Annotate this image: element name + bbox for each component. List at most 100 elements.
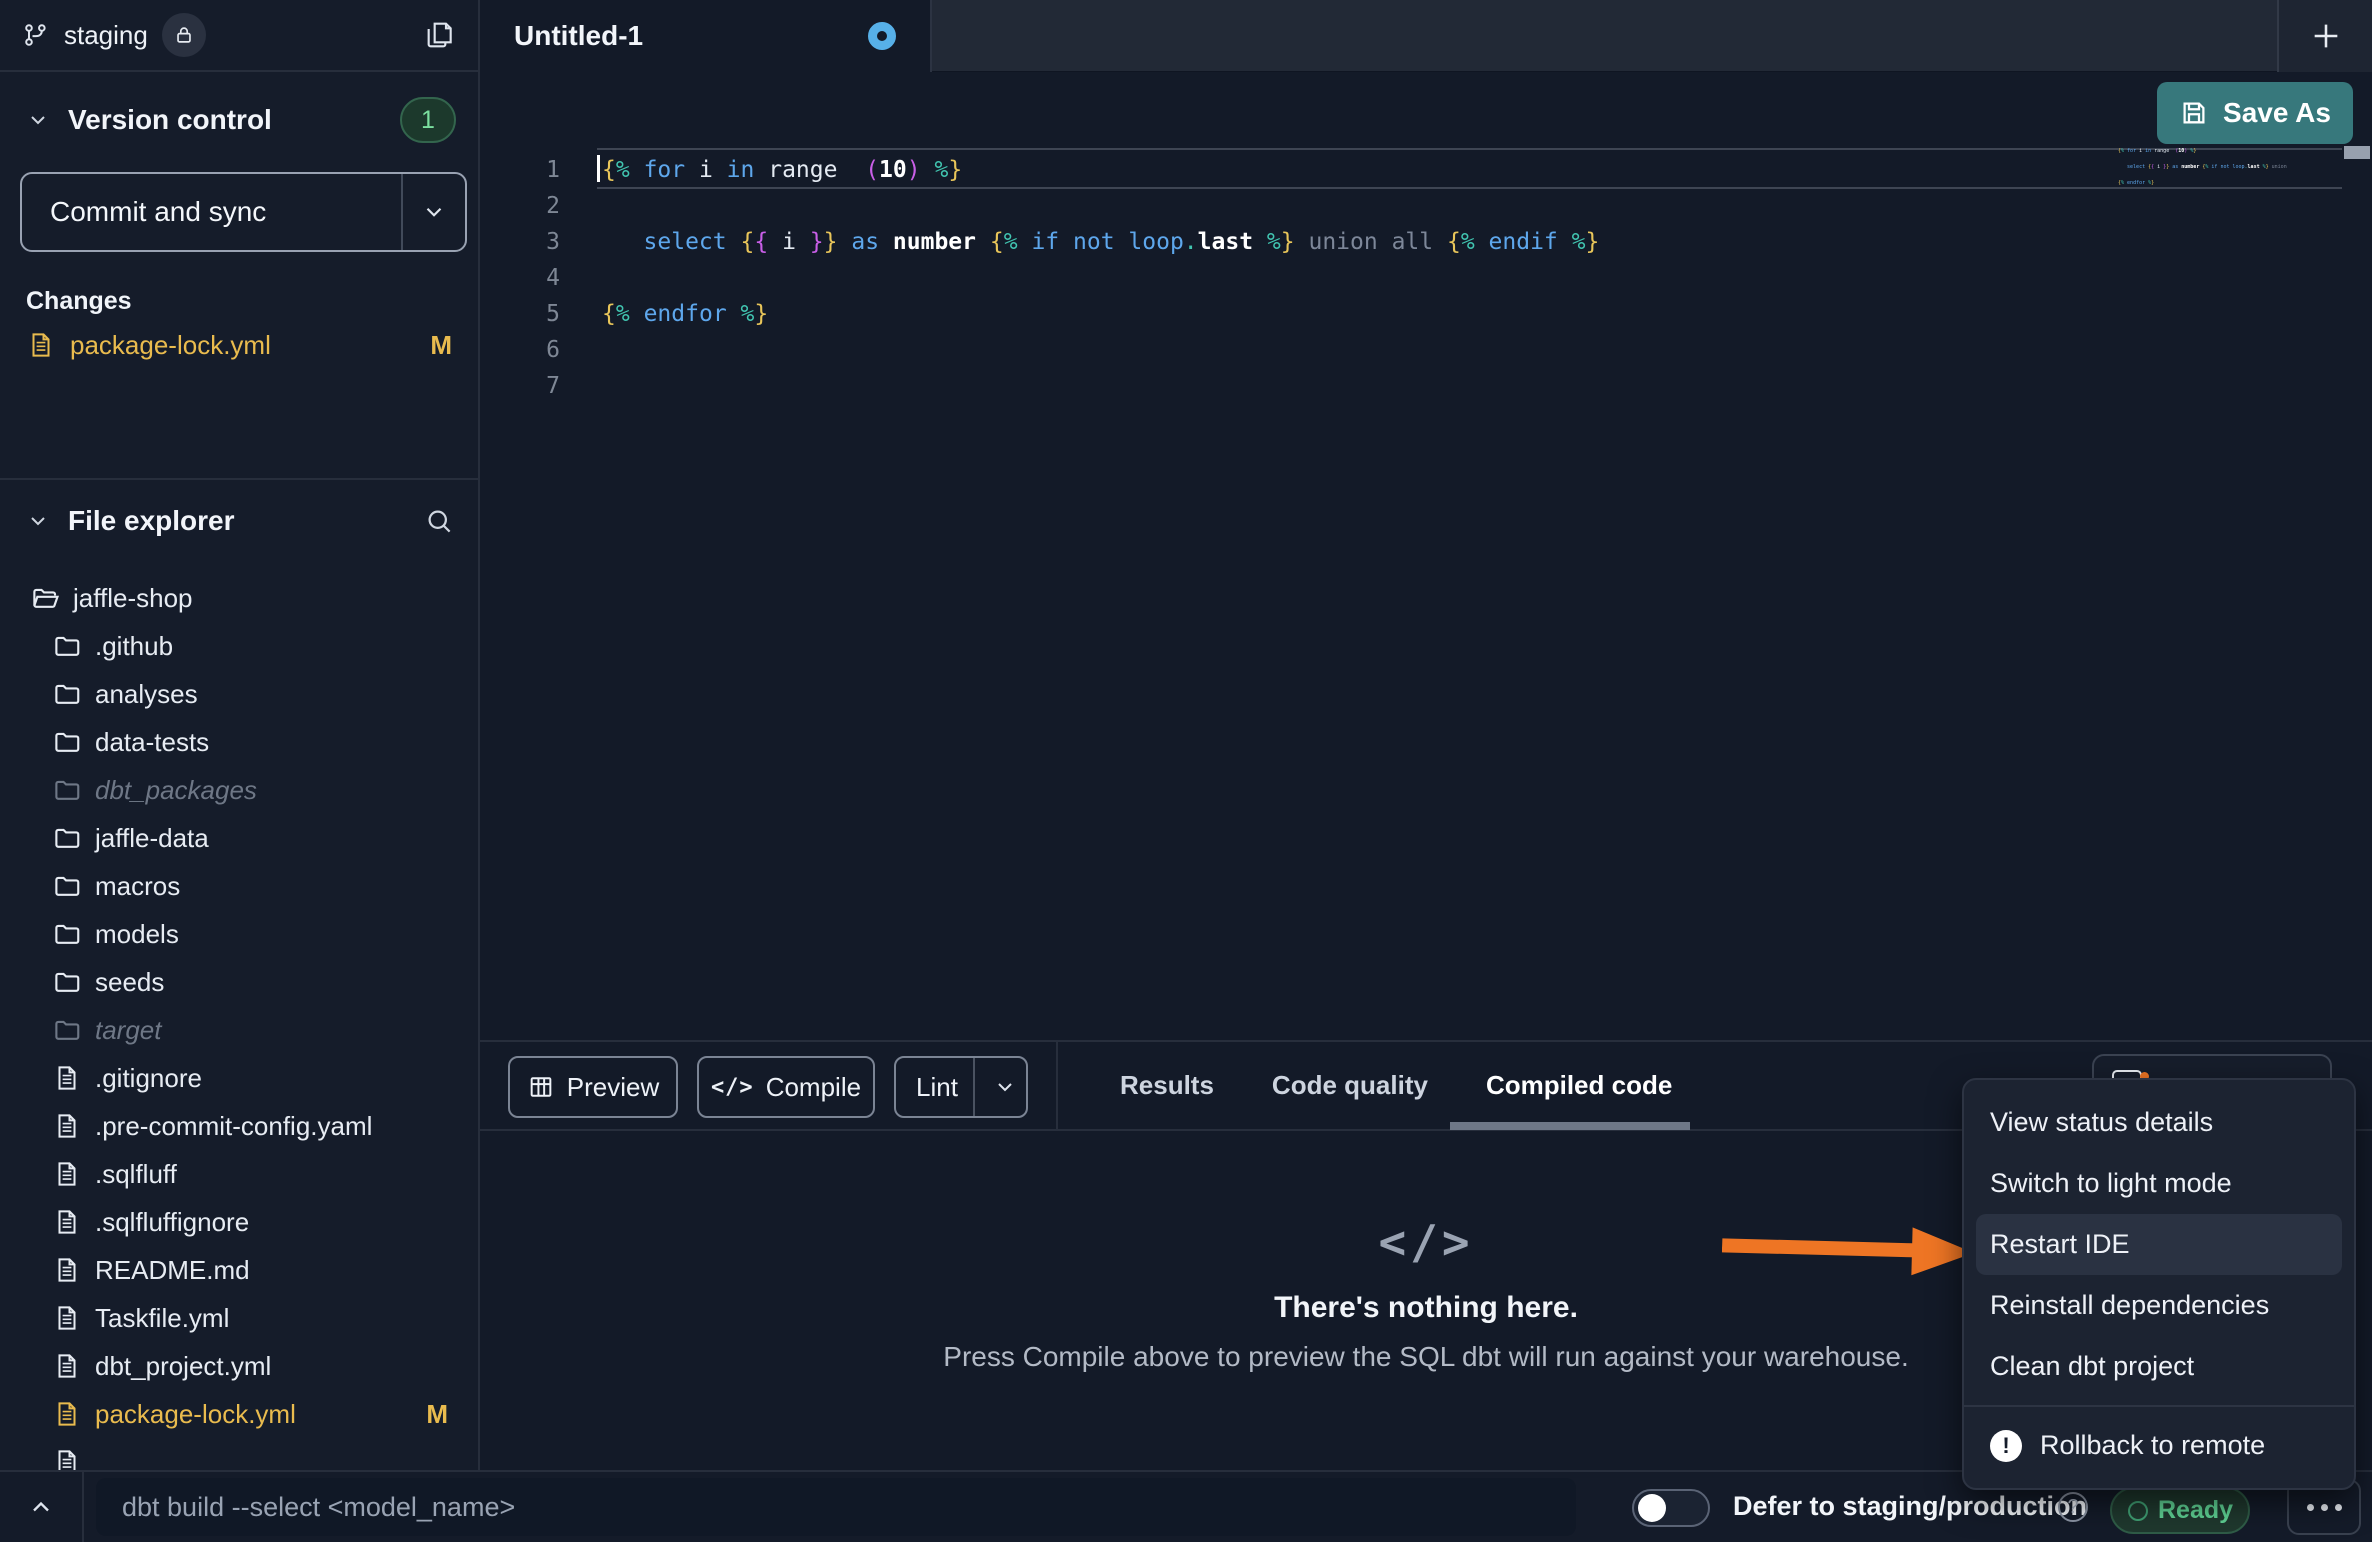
code-line: select {{ i }} as number {% if not loop.… xyxy=(602,224,1599,260)
git-branch-icon xyxy=(22,21,50,49)
file-icon xyxy=(52,1255,82,1285)
panel-tab-results[interactable]: Results xyxy=(1120,1070,1214,1101)
line-number: 2 xyxy=(480,188,560,224)
empty-state-title: There's nothing here. xyxy=(1274,1291,1578,1325)
menu-item-label: View status details xyxy=(1990,1107,2213,1138)
plus-icon xyxy=(2309,19,2343,53)
section-divider xyxy=(0,478,478,480)
save-as-button[interactable]: Save As xyxy=(2157,82,2353,144)
code-line xyxy=(2118,171,2288,179)
changed-file-name: package-lock.yml xyxy=(70,330,271,361)
file-explorer-item-seeds[interactable]: seeds xyxy=(0,958,478,1006)
preview-label: Preview xyxy=(567,1072,659,1103)
folder-icon xyxy=(52,727,82,757)
file-explorer-item-target[interactable]: target xyxy=(0,1006,478,1054)
minimap[interactable]: {% for i in range (10) %} select {{ i }}… xyxy=(2118,147,2288,217)
file-explorer-item-.sqlfluff[interactable]: .sqlfluff xyxy=(0,1150,478,1198)
code-line xyxy=(602,332,1599,368)
folder-icon xyxy=(52,1015,82,1045)
commit-options-button[interactable] xyxy=(403,199,465,225)
file-explorer-item-partial[interactable] xyxy=(0,1438,478,1470)
code-line xyxy=(602,188,1599,224)
commit-and-sync-button[interactable]: Commit and sync xyxy=(20,172,467,252)
code-editor[interactable]: 1234567 {% for i in range (10) %} select… xyxy=(480,72,2372,1040)
folder-icon xyxy=(52,967,82,997)
menu-divider xyxy=(1964,1405,2354,1407)
item-label: .sqlfluff xyxy=(95,1159,177,1190)
lint-button[interactable]: Lint xyxy=(894,1056,1028,1118)
panel-tab-compiled-code[interactable]: Compiled code xyxy=(1486,1070,1672,1101)
dbt-command-input[interactable]: dbt build --select <model_name> xyxy=(96,1478,1576,1536)
code-icon: </> xyxy=(711,1075,754,1100)
preview-button[interactable]: Preview xyxy=(508,1056,678,1118)
menu-item-reinstall-dependencies[interactable]: Reinstall dependencies xyxy=(1964,1275,2354,1336)
editor-scrollbar-thumb[interactable] xyxy=(2344,146,2370,159)
chevron-down-icon xyxy=(26,108,50,132)
lint-options-button[interactable] xyxy=(982,1058,1028,1116)
search-icon xyxy=(424,506,454,536)
menu-item-view-status-details[interactable]: View status details xyxy=(1964,1092,2354,1153)
menu-item-rollback-to-remote[interactable]: !Rollback to remote xyxy=(1964,1415,2354,1476)
folder-icon xyxy=(52,631,82,661)
code-line xyxy=(602,260,1599,296)
item-label: dbt_packages xyxy=(95,775,257,806)
file-explorer-item-jaffle-data[interactable]: jaffle-data xyxy=(0,814,478,862)
file-explorer-item-.pre-commit-config.yaml[interactable]: .pre-commit-config.yaml xyxy=(0,1102,478,1150)
menu-item-clean-dbt-project[interactable]: Clean dbt project xyxy=(1964,1336,2354,1397)
file-explorer-item-jaffle-shop[interactable]: jaffle-shop xyxy=(0,574,478,622)
menu-item-switch-to-light-mode[interactable]: Switch to light mode xyxy=(1964,1153,2354,1214)
file-tree: jaffle-shop.githubanalysesdata-tests dbt_… xyxy=(0,574,478,1470)
toggle-knob xyxy=(1638,1494,1666,1522)
file-explorer-item-.gitignore[interactable]: .gitignore xyxy=(0,1054,478,1102)
new-tab-button[interactable] xyxy=(2277,0,2372,72)
compile-button[interactable]: </> Compile xyxy=(697,1056,875,1118)
collapse-panel-button[interactable] xyxy=(0,1472,84,1542)
code-content[interactable]: {% for i in range (10) %} select {{ i }}… xyxy=(602,152,1599,404)
line-number: 4 xyxy=(480,260,560,296)
annotation-arrow xyxy=(1721,1218,2002,1281)
changes-heading: Changes xyxy=(26,287,132,316)
file-explorer-item-analyses[interactable]: analyses xyxy=(0,670,478,718)
file-icon xyxy=(52,1447,82,1470)
status-ring-icon xyxy=(2128,1501,2148,1521)
tab-title: Untitled-1 xyxy=(514,20,643,52)
lock-icon xyxy=(173,24,195,46)
version-control-header[interactable]: Version control 1 xyxy=(26,96,456,144)
help-icon[interactable]: ? xyxy=(2058,1492,2088,1522)
file-explorer-item-macros[interactable]: macros xyxy=(0,862,478,910)
file-icon xyxy=(52,1159,82,1189)
code-line: {% for i in range (10) %} xyxy=(2118,147,2288,155)
file-explorer-item-dbt_project.yml[interactable]: dbt_project.yml xyxy=(0,1342,478,1390)
defer-toggle[interactable] xyxy=(1632,1489,1710,1527)
version-control-title: Version control xyxy=(68,104,272,136)
changed-file-row[interactable]: package-lock.yml M xyxy=(26,322,452,368)
file-explorer-item-dbt_packages[interactable]: dbt_packages xyxy=(0,766,478,814)
file-explorer-item-package-lock.yml[interactable]: package-lock.ymlM xyxy=(0,1390,478,1438)
code-line xyxy=(2118,187,2288,195)
file-explorer-item-.sqlfluffignore[interactable]: .sqlfluffignore xyxy=(0,1198,478,1246)
menu-item-restart-ide[interactable]: Restart IDE xyxy=(1976,1214,2342,1275)
file-explorer-item-data-tests[interactable]: data-tests xyxy=(0,718,478,766)
ellipsis-icon xyxy=(2307,1504,2314,1511)
file-search-button[interactable] xyxy=(424,506,454,536)
ready-status-badge[interactable]: Ready xyxy=(2110,1487,2250,1534)
file-explorer-item-models[interactable]: models xyxy=(0,910,478,958)
file-explorer-item-README.md[interactable]: README.md xyxy=(0,1246,478,1294)
panel-tab-code-quality[interactable]: Code quality xyxy=(1272,1070,1428,1101)
duplicate-file-button[interactable] xyxy=(424,19,456,51)
unsaved-indicator-dot[interactable] xyxy=(868,22,896,50)
file-explorer-item-Taskfile.yml[interactable]: Taskfile.yml xyxy=(0,1294,478,1342)
table-icon xyxy=(527,1073,555,1101)
tab-untitled-1[interactable]: Untitled-1 xyxy=(480,0,932,72)
copy-icon xyxy=(424,19,456,51)
file-icon xyxy=(52,1111,82,1141)
file-explorer-title: File explorer xyxy=(68,505,235,537)
dbt-ide-window: staging Version control 1 Commit and syn… xyxy=(0,0,2372,1542)
branch-readonly-badge xyxy=(162,13,206,57)
code-line xyxy=(2118,195,2288,203)
ready-label: Ready xyxy=(2158,1496,2233,1525)
code-line: select {{ i }} as number {% if not loop.… xyxy=(2118,163,2288,171)
file-explorer-header[interactable]: File explorer xyxy=(26,494,454,548)
item-label: .sqlfluffignore xyxy=(95,1207,249,1238)
file-explorer-item-.github[interactable]: .github xyxy=(0,622,478,670)
